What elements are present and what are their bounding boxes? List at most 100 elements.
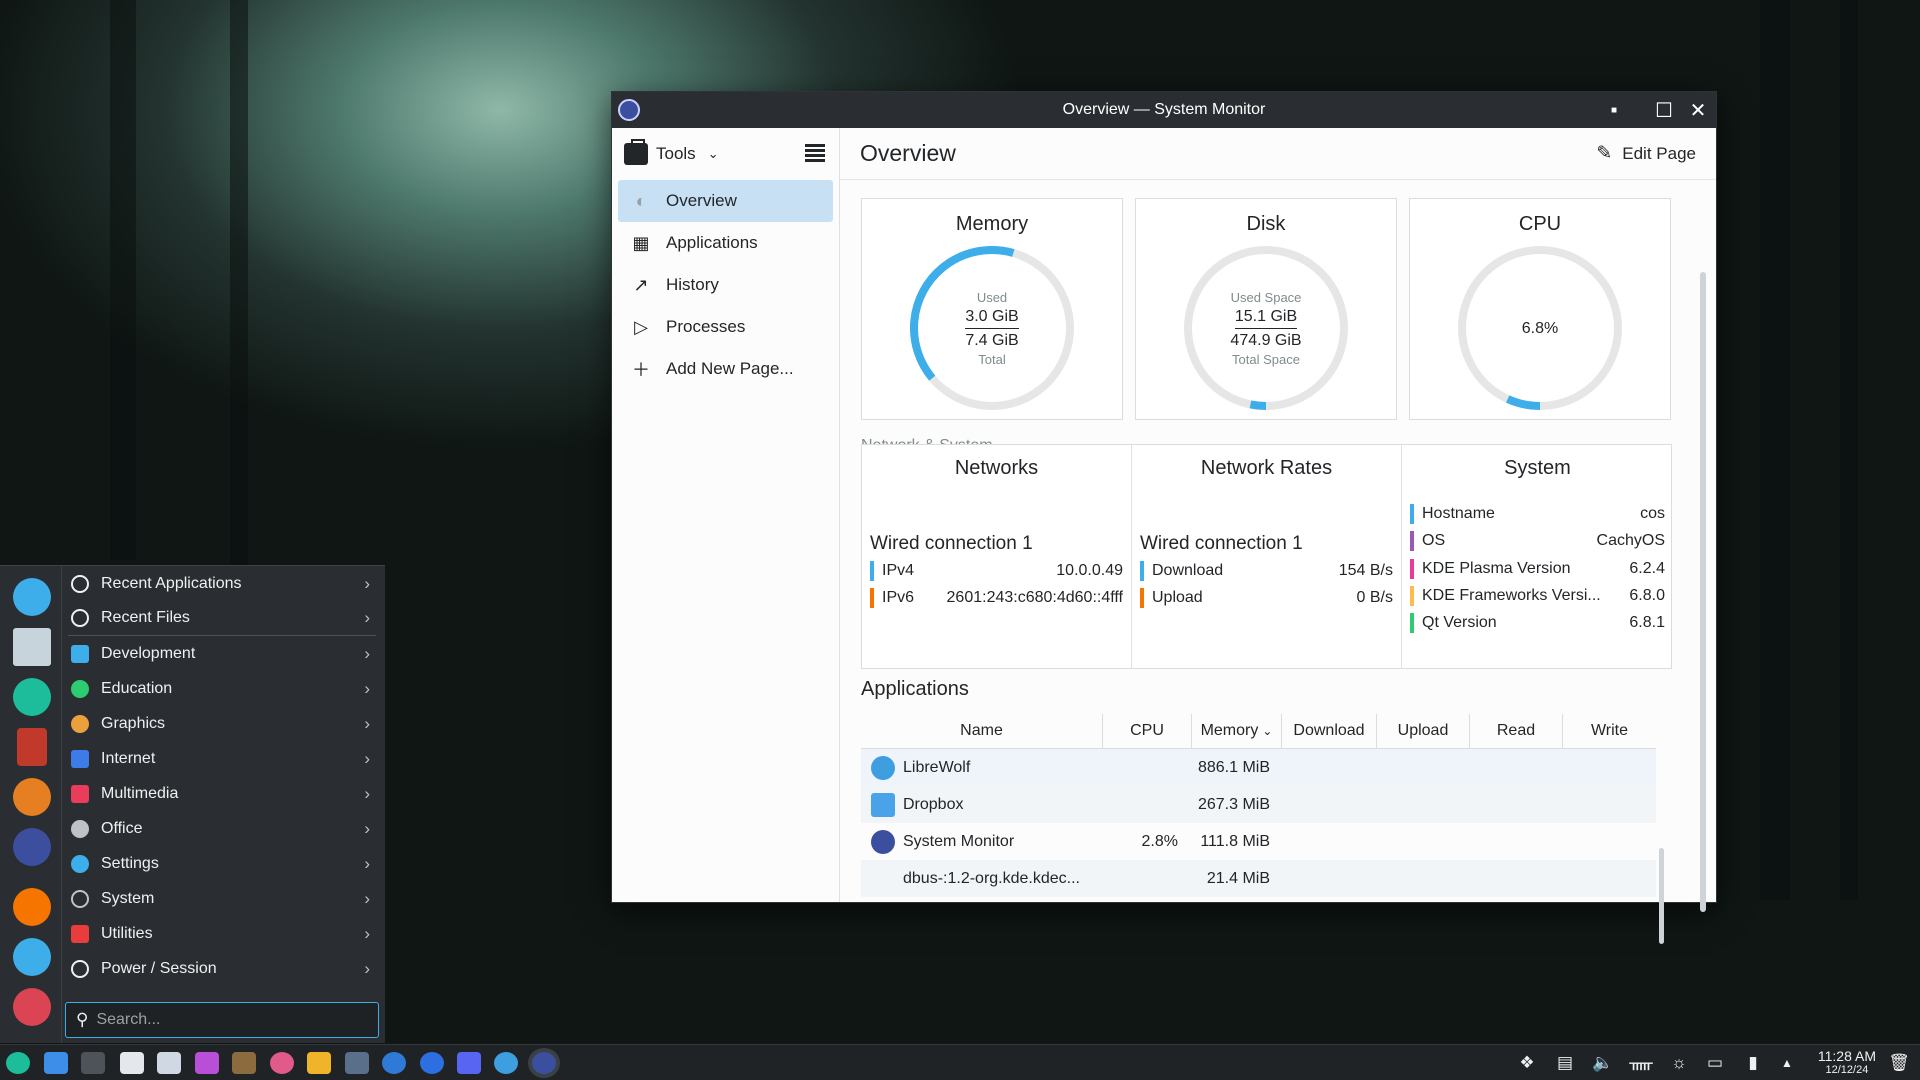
librewolf-icon[interactable]: [494, 1052, 518, 1074]
column-read[interactable]: Read: [1470, 714, 1563, 748]
category-multimedia[interactable]: Multimedia ›: [68, 776, 376, 811]
system-monitor-icon[interactable]: [13, 828, 51, 866]
category-internet[interactable]: Internet ›: [68, 741, 376, 776]
cachyos-launcher-icon[interactable]: [6, 1052, 30, 1074]
discord-icon[interactable]: [457, 1052, 481, 1074]
power-icon[interactable]: [13, 988, 51, 1026]
system-icon: [71, 889, 89, 908]
sidebar-item-applications[interactable]: ▦ Applications: [618, 222, 833, 264]
column-download[interactable]: Download: [1282, 714, 1377, 748]
system-monitor-icon[interactable]: [618, 99, 640, 121]
bluetooth-icon[interactable]: ᚅ: [1629, 1052, 1652, 1074]
chevron-right-icon: ›: [364, 923, 370, 943]
category-settings[interactable]: Settings ›: [68, 846, 376, 881]
table-scrollbar[interactable]: [1659, 848, 1664, 944]
sidebar-item-history[interactable]: ↗ History: [618, 264, 833, 306]
chevron-down-icon: ⌄: [707, 146, 719, 161]
volume-icon[interactable]: 🔈: [1592, 1052, 1614, 1074]
terminal-icon[interactable]: [81, 1052, 105, 1074]
clipboard-icon[interactable]: ▤: [1554, 1052, 1576, 1074]
app-cpu: 2.8%: [1141, 832, 1178, 850]
search-field[interactable]: ⚲: [65, 1002, 379, 1038]
color-swatch: [1410, 530, 1414, 551]
tools-menu-button[interactable]: Tools ⌄: [624, 139, 719, 165]
gear-app-icon[interactable]: [13, 778, 51, 816]
text-editor-icon[interactable]: [120, 1052, 144, 1074]
folder-yellow-icon[interactable]: [307, 1052, 331, 1074]
category-development[interactable]: Development ›: [68, 636, 376, 671]
battery-icon[interactable]: ▮: [1742, 1052, 1764, 1074]
system-monitor-icon[interactable]: [532, 1052, 556, 1074]
memory-used-value: 3.0 GiB: [965, 305, 1019, 329]
column-write[interactable]: Write: [1563, 714, 1656, 748]
page-scrollbar[interactable]: [1700, 272, 1706, 912]
system-row: KDE Frameworks Versi... 6.8.0: [1410, 582, 1665, 609]
color-app-icon[interactable]: [270, 1052, 294, 1074]
category-education[interactable]: Education ›: [68, 671, 376, 706]
disk-total-label: Total Space: [1232, 351, 1300, 367]
category-label: Recent Applications: [101, 574, 242, 592]
minimize-button[interactable]: ■: [1596, 92, 1632, 128]
toggle-icon[interactable]: [13, 578, 51, 616]
table-row[interactable]: LibreWolf 886.1 MiB: [861, 749, 1656, 786]
document-icon[interactable]: [157, 1052, 181, 1074]
category-recent-applications[interactable]: Recent Applications ›: [68, 566, 376, 601]
sidebar-item-overview[interactable]: ◐ Overview: [618, 180, 833, 222]
torrent-icon[interactable]: [382, 1052, 406, 1074]
hamburger-menu-icon[interactable]: [805, 144, 825, 162]
category-office[interactable]: Office ›: [68, 811, 376, 846]
system-row: Hostname cos: [1410, 500, 1665, 527]
system-row: OS CachyOS: [1410, 527, 1665, 554]
image-viewer-icon[interactable]: [195, 1052, 219, 1074]
screen-app-icon[interactable]: [345, 1052, 369, 1074]
table-row[interactable]: dbus-:1.2-org.kde.kdec... 21.4 MiB: [861, 860, 1656, 897]
pencil-icon: ✎: [1596, 143, 1613, 164]
sidebar-item-add-new-page[interactable]: ＋ Add New Page...: [618, 348, 833, 390]
cachyos-icon[interactable]: [13, 678, 51, 716]
sidebar-item-processes[interactable]: ▷ Processes: [618, 306, 833, 348]
table-row[interactable]: Dropbox 267.3 MiB: [861, 786, 1656, 823]
cpu-card: CPU 6.8%: [1409, 198, 1671, 420]
category-graphics[interactable]: Graphics ›: [68, 706, 376, 741]
clock[interactable]: 11:28 AM 12/12/24: [1818, 1048, 1876, 1076]
column-name[interactable]: Name: [861, 714, 1103, 748]
chevron-right-icon: ›: [364, 713, 370, 733]
display-icon[interactable]: ▭: [1704, 1052, 1726, 1074]
title-bar[interactable]: Overview — System Monitor ■ ☐ ✕: [612, 92, 1716, 128]
app-name: LibreWolf: [903, 758, 971, 776]
system-column: System Hostname cos OS CachyOS KDE Plasm…: [1402, 445, 1673, 668]
category-utilities[interactable]: Utilities ›: [68, 916, 376, 951]
column-memory[interactable]: Memory ⌄: [1192, 714, 1282, 748]
rate-row-label: Download: [1152, 561, 1224, 579]
expand-tray-icon[interactable]: ▲: [1776, 1052, 1798, 1074]
librewolf-icon: [871, 755, 895, 780]
trash-icon[interactable]: 🗑: [1888, 1052, 1910, 1074]
memory-title: Memory: [955, 213, 1029, 235]
category-label: Utilities: [101, 924, 153, 942]
table-row[interactable]: System Monitor 2.8% 111.8 MiB: [861, 823, 1656, 860]
arrow-right-icon[interactable]: [13, 888, 51, 926]
browser-icon[interactable]: [420, 1052, 444, 1074]
search-input[interactable]: [96, 1011, 337, 1029]
refresh-icon[interactable]: [13, 938, 51, 976]
color-swatch: [1140, 560, 1144, 581]
red-app-icon[interactable]: [17, 728, 47, 766]
files-icon[interactable]: [13, 628, 51, 666]
column-cpu[interactable]: CPU: [1103, 714, 1192, 748]
category-system[interactable]: System ›: [68, 881, 376, 916]
brightness-icon[interactable]: ☼: [1668, 1052, 1690, 1074]
category-recent-files[interactable]: Recent Files ›: [68, 601, 376, 636]
column-upload[interactable]: Upload: [1377, 714, 1470, 748]
edit-page-button[interactable]: ✎ Edit Page: [1596, 142, 1696, 165]
folder-icon[interactable]: [44, 1052, 68, 1074]
disk-card: Disk Used Space 15.1 GiB 474.9 GiB Total…: [1135, 198, 1397, 420]
dropbox-tray-icon[interactable]: ❖: [1516, 1052, 1538, 1074]
app-memory: 267.3 MiB: [1197, 795, 1270, 813]
category-power-session[interactable]: Power / Session ›: [68, 951, 376, 986]
maximize-button[interactable]: ☐: [1646, 92, 1682, 128]
window-title: Overview — System Monitor: [1062, 101, 1266, 118]
system-row-value: 6.2.4: [1629, 559, 1665, 577]
rate-row-value: 154 B/s: [1338, 561, 1393, 579]
close-button[interactable]: ✕: [1680, 92, 1716, 128]
game-icon[interactable]: [232, 1052, 256, 1074]
